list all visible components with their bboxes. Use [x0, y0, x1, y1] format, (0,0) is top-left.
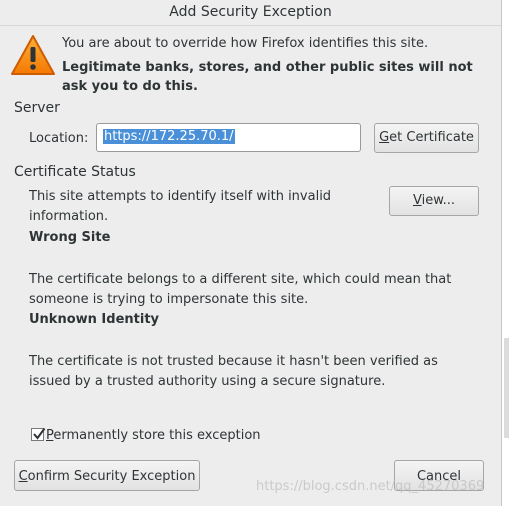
view-mnemonic: V	[412, 193, 422, 208]
unknown-identity-title: Unknown Identity	[29, 312, 160, 327]
location-input[interactable]: https://172.25.70.1/	[96, 123, 361, 152]
certificate-status-summary: This site attempts to identify itself wi…	[29, 189, 332, 224]
get-certificate-label: et Certificate	[389, 130, 474, 145]
view-label: iew...	[421, 193, 456, 208]
warning-bold-message: Legitimate banks, stores, and other publ…	[62, 60, 473, 94]
server-section-label: Server	[14, 100, 60, 116]
background-window-edge	[502, 0, 509, 506]
add-security-exception-dialog: Add Security Exception You are about to …	[0, 0, 502, 506]
confirm-label: onfirm Security Exception	[27, 469, 196, 484]
certificate-status-section-label: Certificate Status	[14, 164, 136, 180]
dialog-title: Add Security Exception	[169, 4, 332, 20]
confirm-mnemonic: C	[18, 469, 28, 484]
permanently-store-text: ermanently store this exception	[53, 428, 261, 443]
get-certificate-mnemonic: G	[379, 130, 390, 145]
wrong-site-title: Wrong Site	[29, 230, 111, 245]
wrong-site-description: The certificate belongs to a different s…	[29, 272, 452, 307]
location-input-value: https://172.25.70.1/	[103, 129, 235, 144]
confirm-security-exception-button[interactable]: Confirm Security Exception	[14, 460, 200, 491]
location-label: Location:	[29, 131, 89, 146]
permanently-store-label[interactable]: Permanently store this exception	[46, 428, 261, 443]
permanently-store-checkbox[interactable]	[31, 427, 46, 441]
watermark: https://blog.csdn.net/qq_45270369	[256, 479, 485, 494]
background-scrollbar	[504, 338, 509, 438]
warning-message: You are about to override how Firefox id…	[62, 36, 429, 51]
title-separator	[0, 25, 501, 26]
warning-triangle-icon	[10, 33, 56, 77]
checkmark-icon	[33, 427, 46, 440]
get-certificate-button[interactable]: Get Certificate	[374, 123, 479, 153]
view-certificate-button[interactable]: View...	[389, 186, 479, 216]
unknown-identity-description: The certificate is not trusted because i…	[29, 354, 438, 389]
